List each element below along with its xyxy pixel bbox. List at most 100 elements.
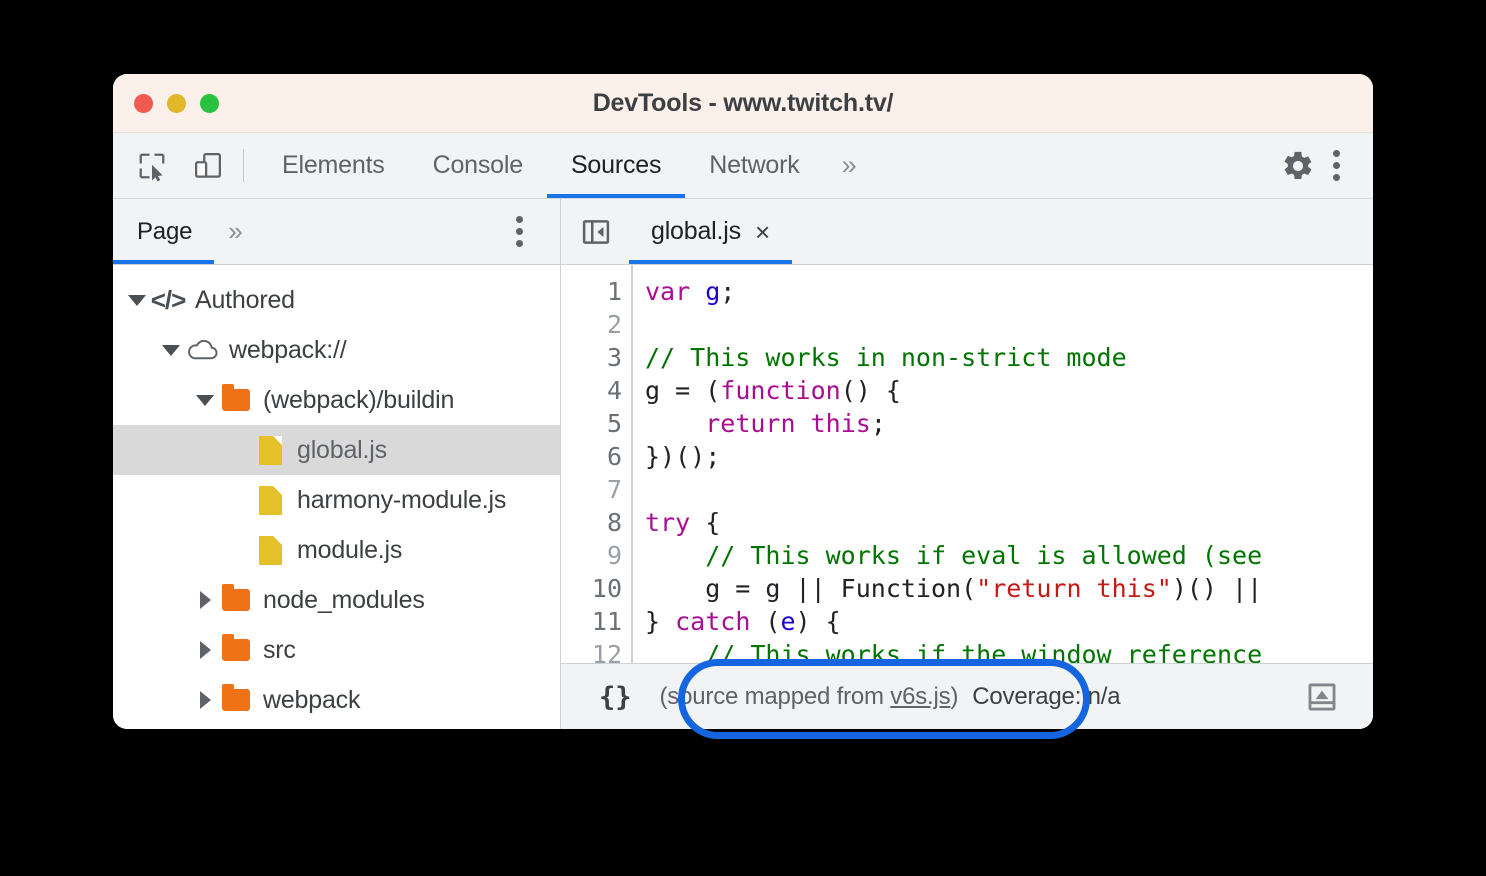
code-token: ( [750,607,781,636]
devtools-window: DevTools - www.twitch.tv/ Elements Conso… [113,74,1373,729]
editor-status-bar: {} (source mapped from v6s.js) Coverage:… [561,663,1373,729]
more-tabs-chevron-icon[interactable]: » [824,133,875,198]
code-token: e [780,607,796,636]
code-line: })(); [645,440,1373,473]
show-drawer-icon[interactable] [1305,680,1339,714]
code-line: g = (function() { [645,374,1373,407]
folder-icon [217,634,255,661]
tab-console[interactable]: Console [409,133,547,198]
tree-item-webpack-buildin[interactable]: (webpack)/buildin [113,375,560,425]
tab-sources[interactable]: Sources [546,133,686,198]
devtools-body: Page » </> Authored webpack:// (webpack)… [113,199,1373,729]
code-line: try { [645,506,1373,539]
close-window-button[interactable] [134,93,153,113]
navigator-header: Page » [113,199,560,265]
code-line: // This works if the window reference [645,638,1373,663]
tab-elements[interactable]: Elements [258,133,409,198]
code-token: "return this" [976,574,1172,603]
tree-item-label: webpack [263,685,361,714]
code-token: // This works in non-strict mode [645,343,1127,372]
code-viewport[interactable]: 1 2 3 4 5 6 7 8 9 10 11 12 var g; // Thi… [561,265,1373,663]
tree-item-label: src [263,635,296,664]
tree-item-label: module.js [297,535,403,564]
code-token: ) { [795,607,841,636]
tree-item-global-js[interactable]: global.js [113,425,560,475]
sources-navigator-panel: Page » </> Authored webpack:// (webpack)… [113,199,561,729]
tree-item-label: (webpack)/buildin [263,385,455,414]
maximize-window-button[interactable] [200,93,219,113]
nav-tab-page[interactable]: Page [113,199,215,264]
js-file-icon [251,485,289,515]
code-token: // This works if the window reference [705,640,1263,663]
traffic-lights [134,93,219,113]
chevron-down-icon[interactable] [193,394,217,406]
window-titlebar: DevTools - www.twitch.tv/ [113,74,1373,133]
line-number: 9 [606,541,622,570]
device-toolbar-icon[interactable] [189,147,227,185]
devtools-tab-strip: Elements Console Sources Network » [258,133,874,198]
tree-item-authored[interactable]: </> Authored [113,275,560,325]
toolbar-divider [243,149,244,182]
folder-icon [217,684,255,711]
folder-icon [217,384,255,411]
tree-item-webpack-domain[interactable]: webpack:// [113,325,560,375]
tree-item-harmony-module-js[interactable]: harmony-module.js [113,475,560,525]
editor-tab-bar: global.js × [561,199,1373,265]
chevron-right-icon[interactable] [193,641,217,659]
file-tree: </> Authored webpack:// (webpack)/buildi… [113,265,560,725]
navigator-more-options-icon[interactable] [500,199,538,264]
tree-item-webpack[interactable]: webpack [113,675,560,725]
code-token: var [645,277,691,306]
tree-item-label: global.js [297,435,387,464]
code-content[interactable]: var g; // This works in non-strict mode g… [633,265,1373,663]
source-mapped-from-status: (source mapped from v6s.js) [660,683,959,711]
line-number: 4 [606,376,622,405]
toolbar-left-icons [113,133,227,198]
chevron-down-icon[interactable] [159,344,183,356]
tab-network[interactable]: Network [685,133,823,198]
folder-icon [217,584,255,611]
tree-item-module-js[interactable]: module.js [113,525,560,575]
code-token: { [690,508,721,537]
minimize-window-button[interactable] [167,93,186,113]
code-token: } [645,607,676,636]
source-editor-panel: global.js × 1 2 3 4 5 6 7 8 9 10 11 12 v… [561,199,1373,729]
code-token: return [705,409,796,438]
source-map-prefix: (source mapped from [659,683,891,710]
screenshot-stage: DevTools - www.twitch.tv/ Elements Conso… [0,0,1486,876]
code-token: () { [840,376,901,405]
line-number: 11 [591,607,622,636]
nav-more-chevron-icon[interactable]: » [214,199,256,264]
code-line: // This works in non-strict mode [645,341,1373,374]
collapse-sidebar-icon[interactable] [561,199,629,264]
tree-item-src[interactable]: src [113,625,560,675]
close-icon[interactable]: × [755,219,770,245]
tree-item-node-modules[interactable]: node_modules [113,575,560,625]
editor-tab-global-js[interactable]: global.js × [629,199,792,264]
line-number: 5 [606,409,622,438]
code-line: // This works if eval is allowed (see [645,539,1373,572]
line-number: 12 [591,640,622,663]
code-token: this [810,409,871,438]
code-line: g = g || Function("return this")() || [645,572,1373,605]
more-options-icon[interactable] [1317,147,1355,185]
gear-icon[interactable] [1279,147,1317,185]
code-icon: </> [150,285,187,315]
source-map-link[interactable]: v6s.js [890,683,950,710]
code-token: ; [720,277,736,306]
chevron-right-icon[interactable] [193,591,217,609]
code-token: g [705,277,721,306]
chevron-down-icon[interactable] [125,294,149,306]
code-token: )() || [1171,574,1263,603]
chevron-right-icon[interactable] [193,691,217,709]
code-token: ; [870,409,886,438]
pretty-print-button[interactable]: {} [585,682,646,713]
code-token: catch [675,607,751,636]
inspect-element-icon[interactable] [133,147,171,185]
code-token: g = ( [645,376,721,405]
